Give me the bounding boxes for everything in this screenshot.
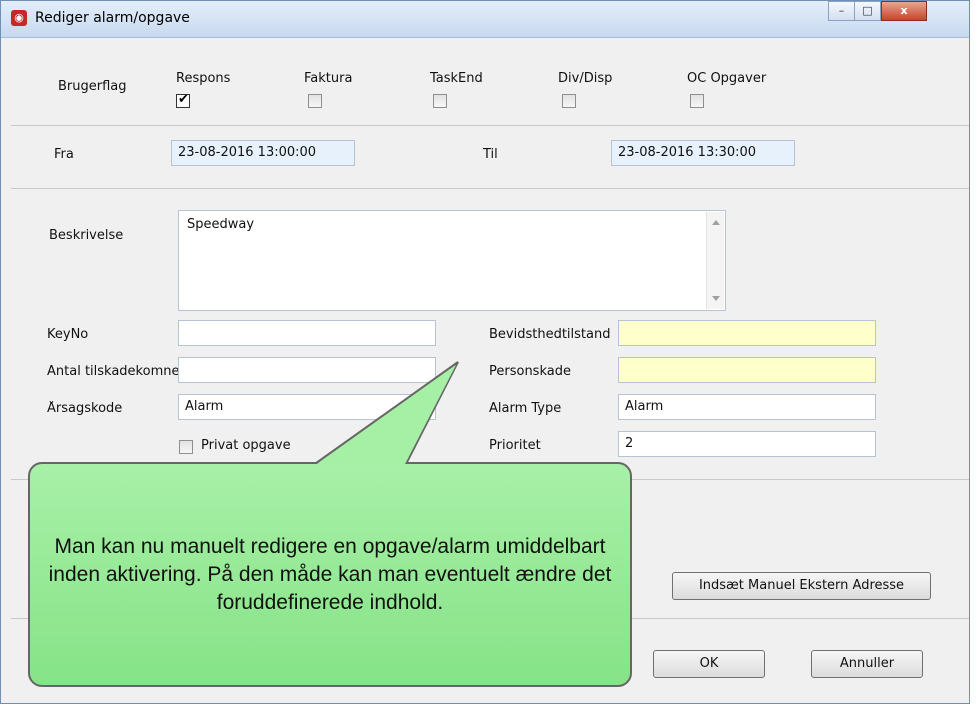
ocopgaver-checkbox[interactable]: [690, 94, 704, 108]
privat-label: Privat opgave: [201, 438, 291, 453]
bevidsthed-field[interactable]: [618, 320, 876, 346]
app-icon: ◉: [11, 10, 27, 26]
alarmtype-label: Alarm Type: [489, 401, 562, 416]
taskend-checkbox[interactable]: [433, 94, 447, 108]
insert-manual-address-button[interactable]: Indsæt Manuel Ekstern Adresse: [672, 572, 931, 600]
divdisp-label: Div/Disp: [558, 71, 613, 86]
personskade-label: Personskade: [489, 364, 571, 379]
privat-checkbox[interactable]: [179, 440, 193, 454]
til-field[interactable]: 23-08-2016 13:30:00: [611, 140, 795, 166]
aarsagskode-label: Årsagskode: [47, 401, 123, 416]
antal-label: Antal tilskadekomne: [47, 364, 179, 379]
beskrivelse-label: Beskrivelse: [49, 228, 124, 243]
antal-field[interactable]: [178, 357, 436, 383]
scroll-up-icon[interactable]: [712, 220, 720, 225]
window-title: Rediger alarm/opgave: [35, 10, 190, 26]
separator-1: [11, 125, 969, 126]
description-scrollbar[interactable]: [706, 212, 724, 309]
fra-label: Fra: [54, 147, 74, 162]
title-bar[interactable]: ◉ Rediger alarm/opgave – □ x: [1, 1, 969, 38]
prioritet-label: Prioritet: [489, 438, 541, 453]
respons-checkbox[interactable]: [176, 92, 190, 108]
callout-bubble: Man kan nu manuelt redigere en opgave/al…: [28, 462, 632, 687]
ok-button[interactable]: OK: [653, 650, 765, 678]
brugerflag-label: Brugerflag: [58, 79, 127, 94]
personskade-field[interactable]: [618, 357, 876, 383]
separator-2: [11, 188, 969, 189]
beskrivelse-textarea[interactable]: Speedway: [178, 210, 726, 311]
respons-label: Respons: [176, 71, 231, 86]
callout-text: Man kan nu manuelt redigere en opgave/al…: [48, 534, 612, 614]
faktura-label: Faktura: [304, 71, 353, 86]
divdisp-checkbox[interactable]: [562, 94, 576, 108]
prioritet-field[interactable]: 2: [618, 431, 876, 457]
maximize-button[interactable]: □: [854, 1, 881, 21]
alarmtype-field[interactable]: Alarm: [618, 394, 876, 420]
beskrivelse-value: Speedway: [187, 217, 255, 232]
keyno-label: KeyNo: [47, 327, 89, 342]
faktura-checkbox[interactable]: [308, 94, 322, 108]
taskend-label: TaskEnd: [430, 71, 483, 86]
close-button[interactable]: x: [881, 1, 927, 21]
bevidsthed-label: Bevidsthedtilstand: [489, 327, 611, 342]
cancel-button[interactable]: Annuller: [811, 650, 923, 678]
keyno-field[interactable]: [178, 320, 436, 346]
aarsagskode-field[interactable]: Alarm: [178, 394, 436, 420]
ocopgaver-label: OC Opgaver: [687, 71, 767, 86]
scroll-down-icon[interactable]: [712, 296, 720, 301]
til-label: Til: [483, 147, 498, 162]
minimize-button[interactable]: –: [828, 1, 855, 21]
fra-field[interactable]: 23-08-2016 13:00:00: [171, 140, 355, 166]
